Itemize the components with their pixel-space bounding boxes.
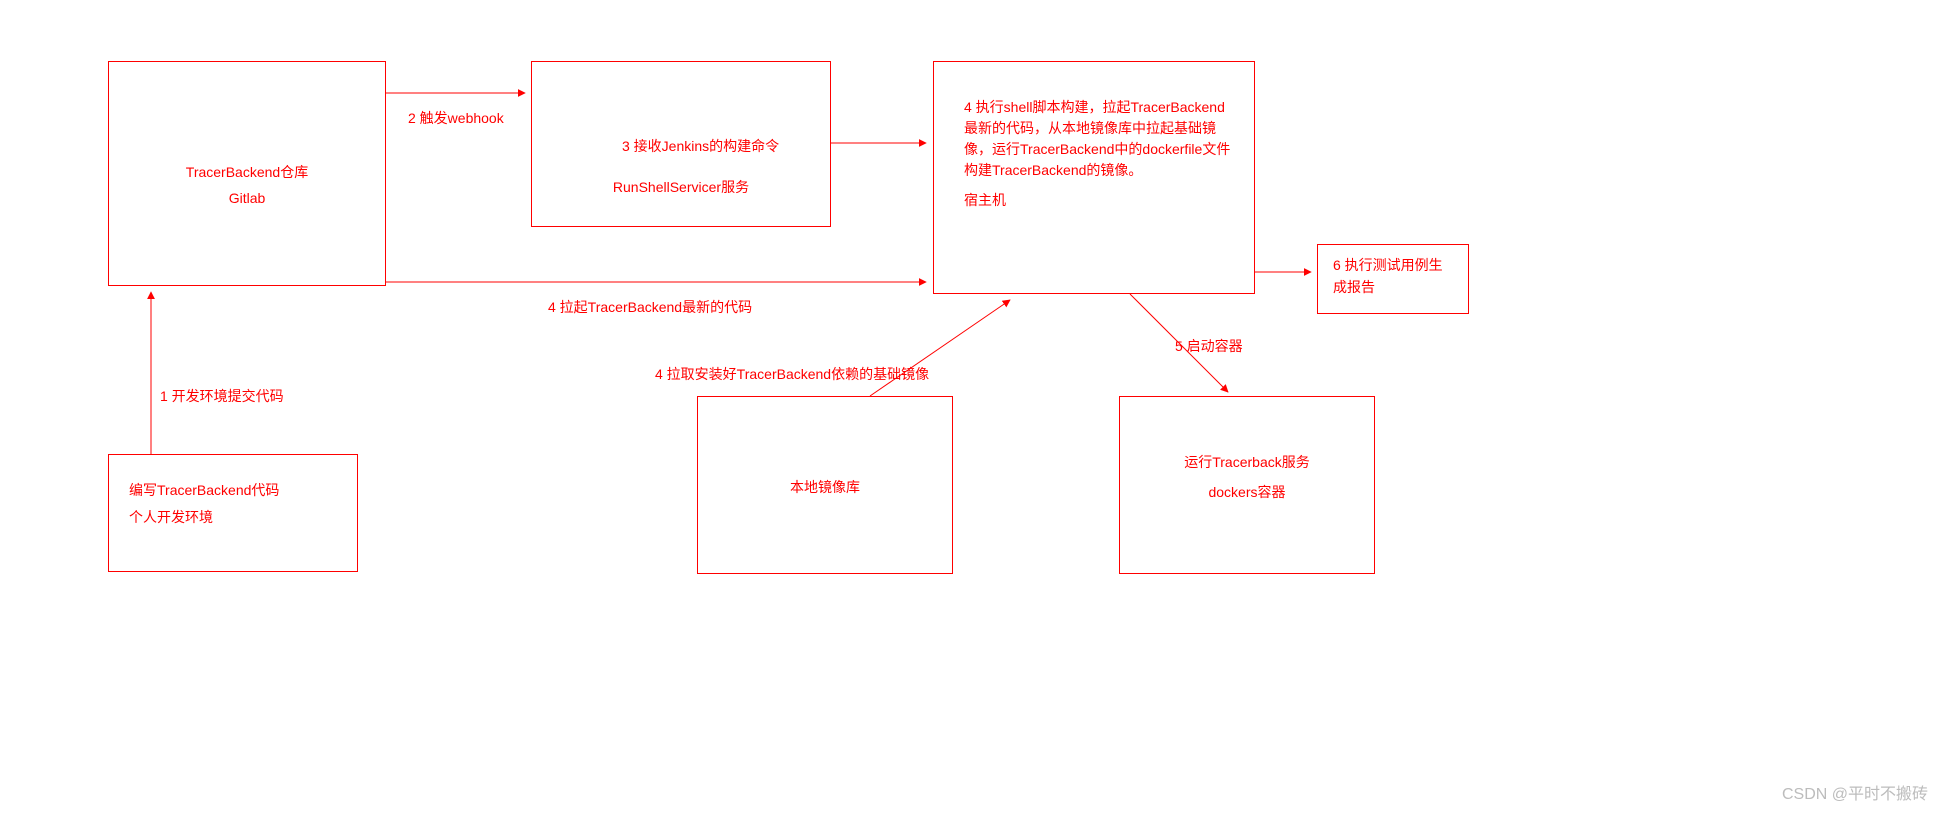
report-line1: 6 执行测试用例生: [1333, 255, 1443, 275]
edge-label-5: 5 启动容器: [1175, 336, 1243, 356]
box-host: 4 执行shell脚本构建，拉起TracerBackend最新的代码，从本地镜像…: [933, 61, 1255, 294]
box-registry: 本地镜像库: [697, 396, 953, 574]
edge-label-1: 1 开发环境提交代码: [160, 386, 284, 406]
edge-label-2: 2 触发webhook: [408, 108, 504, 128]
edge-label-4b: 4 拉取安装好TracerBackend依赖的基础镜像: [655, 364, 929, 384]
dev-line2: 个人开发环境: [129, 507, 213, 527]
docker-line2: dockers容器: [1208, 484, 1285, 500]
report-line2: 成报告: [1333, 277, 1375, 297]
box-dev: 编写TracerBackend代码 个人开发环境: [108, 454, 358, 572]
docker-line1: 运行Tracerback服务: [1184, 454, 1310, 470]
watermark: CSDN @平时不搬砖: [1782, 780, 1928, 804]
box-gitlab: TracerBackend仓库 Gitlab: [108, 61, 386, 286]
registry-line1: 本地镜像库: [790, 479, 860, 495]
host-body: 4 执行shell脚本构建，拉起TracerBackend最新的代码，从本地镜像…: [964, 97, 1234, 181]
host-footer: 宿主机: [964, 190, 1006, 210]
edge-label-4a: 4 拉起TracerBackend最新的代码: [548, 297, 752, 317]
dev-line1: 编写TracerBackend代码: [129, 480, 279, 500]
gitlab-line2: Gitlab: [229, 190, 266, 206]
runshell-line1: RunShellServicer服务: [613, 179, 749, 195]
edge-label-3: 3 接收Jenkins的构建命令: [622, 136, 779, 156]
box-docker: 运行Tracerback服务 dockers容器: [1119, 396, 1375, 574]
gitlab-line1: TracerBackend仓库: [186, 164, 308, 180]
box-report: 6 执行测试用例生 成报告: [1317, 244, 1469, 314]
